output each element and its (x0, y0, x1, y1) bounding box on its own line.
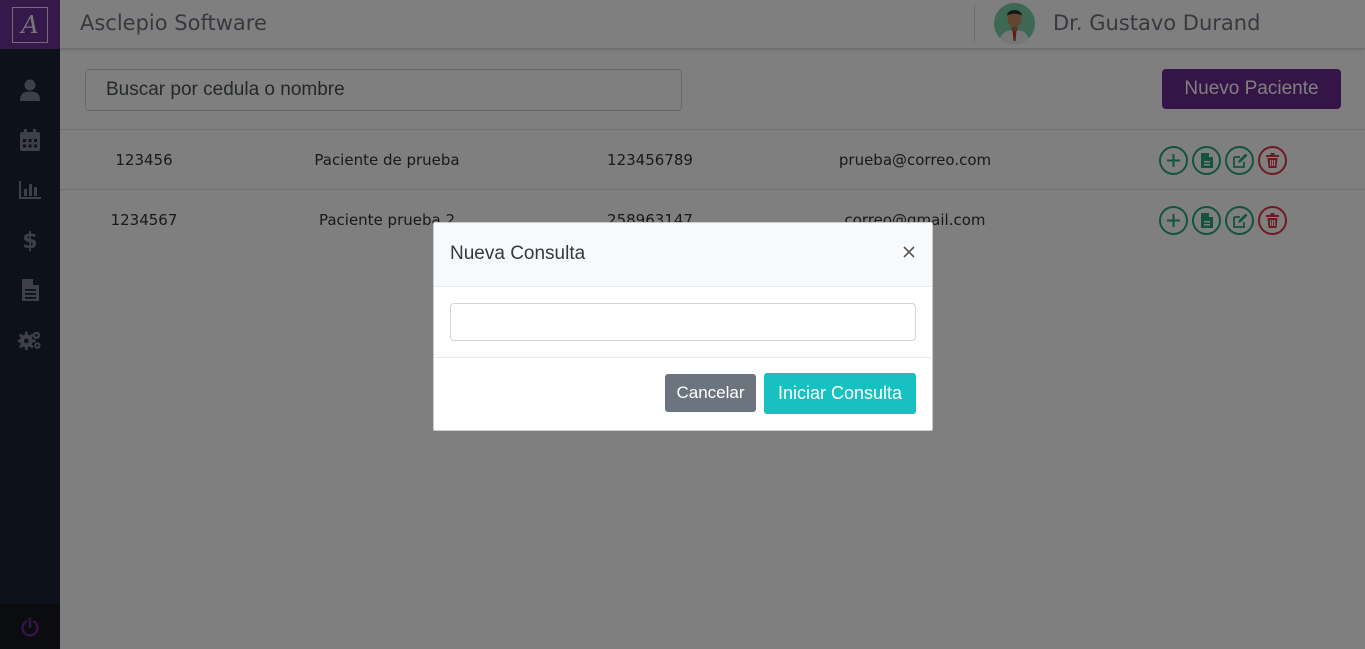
modal-title: Nueva Consulta (450, 243, 586, 264)
start-consultation-button[interactable]: Iniciar Consulta (764, 373, 916, 414)
new-consultation-modal: Nueva Consulta Cancelar Iniciar Consulta (433, 222, 933, 431)
modal-footer-divider (434, 357, 932, 358)
modal-header: Nueva Consulta (434, 223, 932, 287)
cancel-button[interactable]: Cancelar (665, 374, 756, 412)
close-icon (903, 246, 915, 258)
consultation-input[interactable] (450, 303, 916, 341)
close-button[interactable] (901, 244, 917, 260)
